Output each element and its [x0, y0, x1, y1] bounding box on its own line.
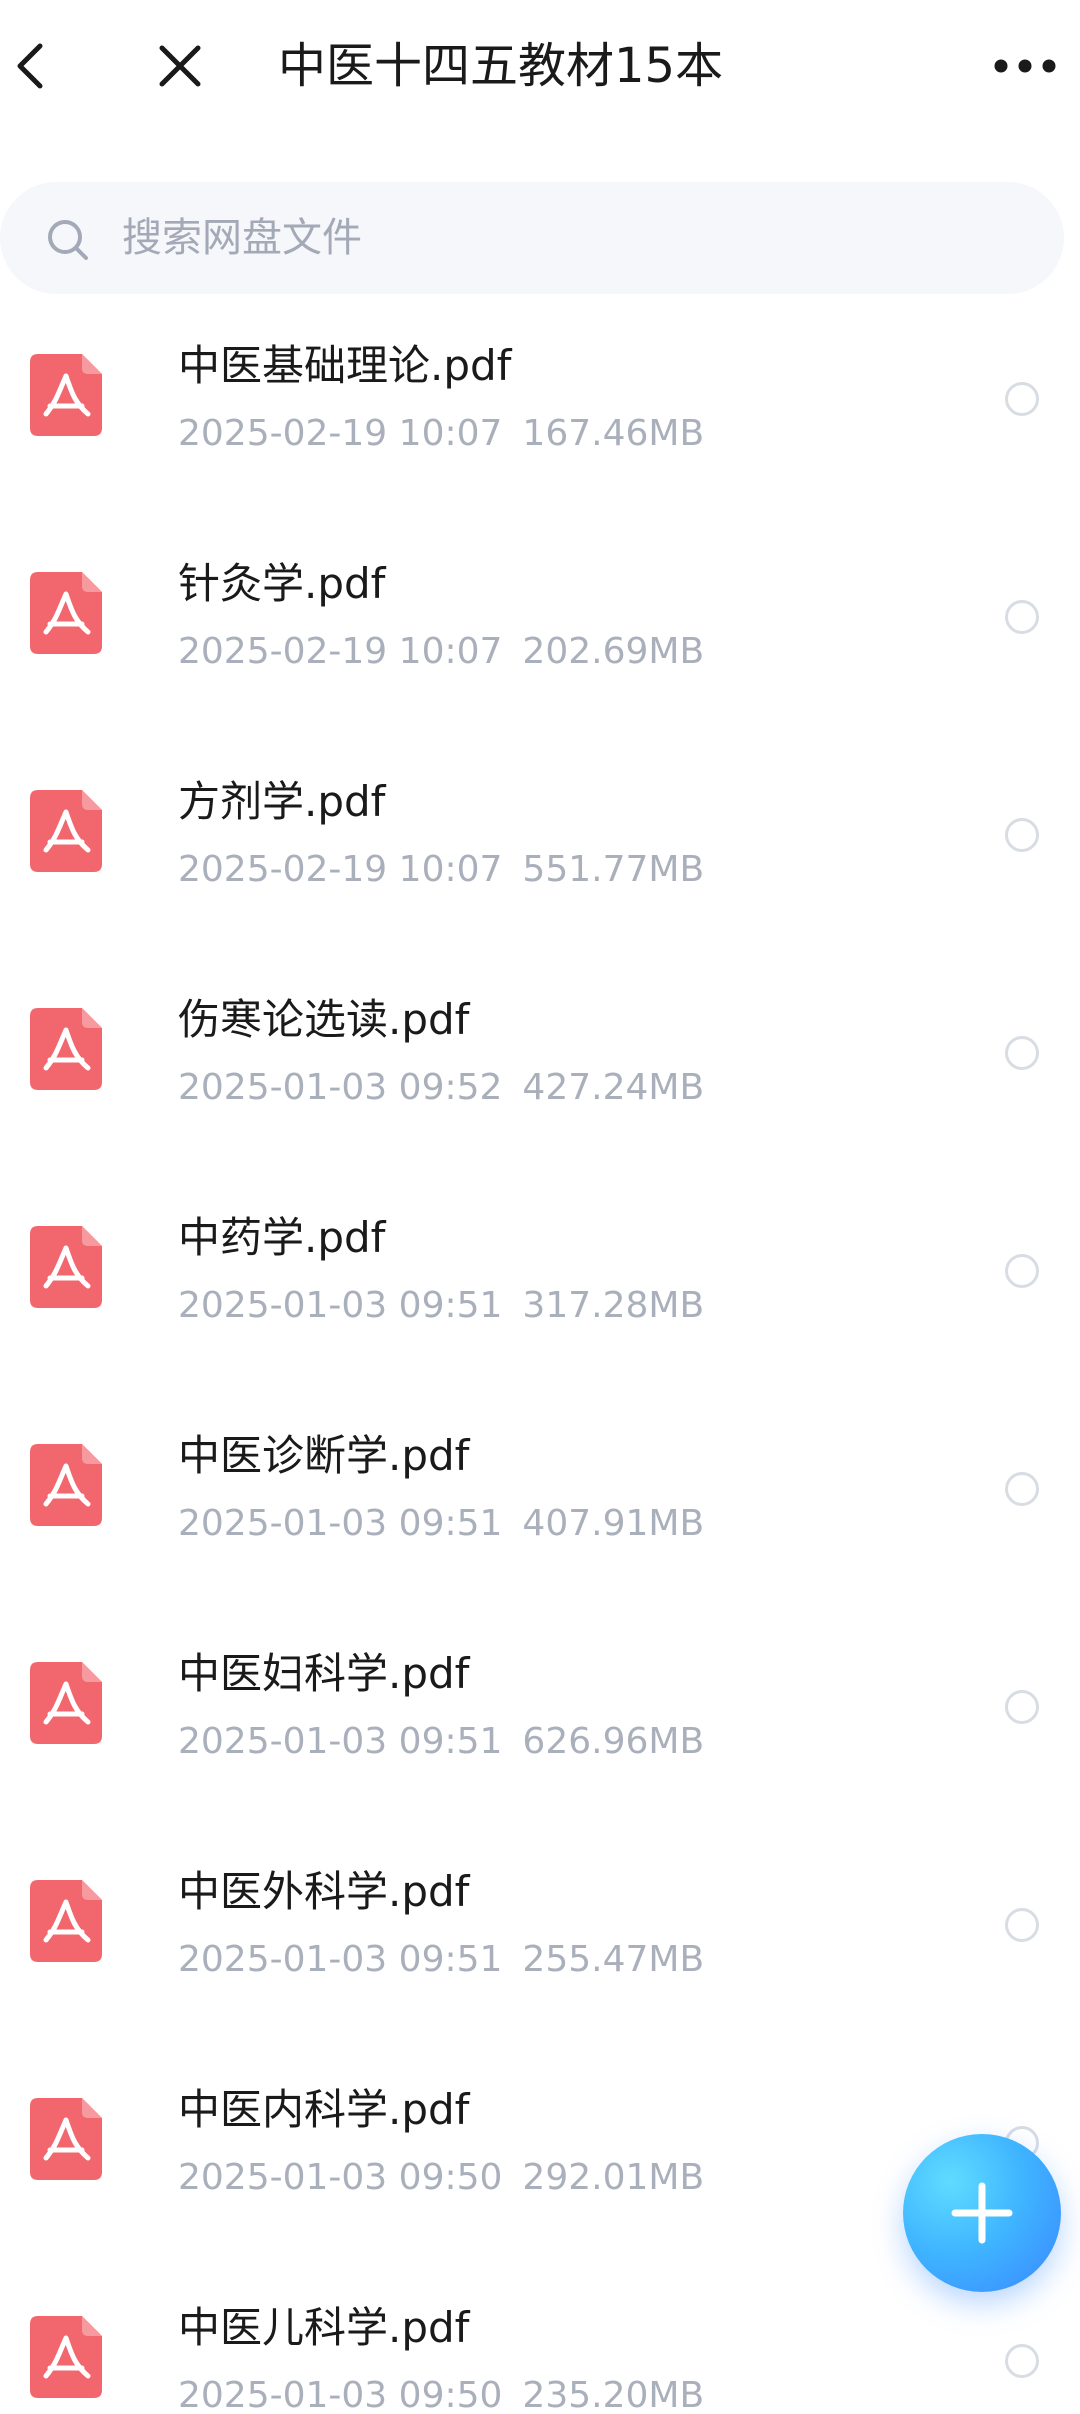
file-row[interactable]: 方剂学.pdf 2025-02-19 10:07 551.77MB: [0, 750, 1080, 968]
file-name: 针灸学.pdf: [178, 559, 386, 608]
file-size: 317.28MB: [522, 1285, 705, 1326]
file-time: 09:51: [398, 1721, 503, 1762]
search-input[interactable]: [122, 202, 1002, 274]
select-radio[interactable]: [1005, 600, 1039, 634]
file-name: 中医基础理论.pdf: [178, 341, 512, 390]
pdf-file-icon: [30, 1444, 102, 1526]
file-row[interactable]: 中医妇科学.pdf 2025-01-03 09:51 626.96MB: [0, 1622, 1080, 1840]
pdf-file-icon: [30, 572, 102, 654]
file-size: 167.46MB: [522, 413, 705, 454]
file-date: 2025-02-19: [178, 849, 388, 890]
file-list: 中医基础理论.pdf 2025-02-19 10:07 167.46MB 针灸学.pd…: [0, 314, 1080, 2414]
file-browser-screen: 中医十四五教材15本 中医基础理论.pdf 2025-02-19 10:07 167…: [0, 0, 1080, 2414]
file-meta: 2025-01-03 09:51 317.28MB: [178, 1278, 704, 1334]
file-size: 292.01MB: [522, 2157, 705, 2198]
file-date: 2025-01-03: [178, 2375, 388, 2414]
select-radio[interactable]: [1005, 1472, 1039, 1506]
file-meta: 2025-02-19 10:07 202.69MB: [178, 624, 704, 680]
more-horizontal-icon: [994, 59, 1056, 73]
file-size: 202.69MB: [522, 631, 705, 672]
file-date: 2025-01-03: [178, 1285, 388, 1326]
file-size: 235.20MB: [522, 2375, 705, 2414]
close-icon: [159, 45, 201, 87]
file-time: 10:07: [398, 631, 503, 672]
file-time: 09:50: [398, 2375, 503, 2414]
search-bar[interactable]: [0, 182, 1064, 294]
file-name: 中医诊断学.pdf: [178, 1431, 470, 1480]
file-date: 2025-01-03: [178, 1939, 388, 1980]
file-name: 中医内科学.pdf: [178, 2085, 470, 2134]
file-name: 中医儿科学.pdf: [178, 2303, 470, 2352]
file-meta: 2025-01-03 09:50 235.20MB: [178, 2368, 704, 2414]
file-date: 2025-02-19: [178, 413, 388, 454]
select-radio[interactable]: [1005, 1036, 1039, 1070]
file-date: 2025-01-03: [178, 2157, 388, 2198]
close-button[interactable]: [140, 24, 220, 108]
pdf-file-icon: [30, 1226, 102, 1308]
file-size: 626.96MB: [522, 1721, 705, 1762]
file-date: 2025-01-03: [178, 1503, 388, 1544]
file-time: 09:51: [398, 1939, 503, 1980]
pdf-file-icon: [30, 2316, 102, 2398]
file-row[interactable]: 中医外科学.pdf 2025-01-03 09:51 255.47MB: [0, 1840, 1080, 2058]
plus-icon: [951, 2182, 1013, 2244]
top-bar: 中医十四五教材15本: [0, 0, 1080, 140]
select-radio[interactable]: [1005, 2344, 1039, 2378]
pdf-file-icon: [30, 354, 102, 436]
file-time: 09:51: [398, 1285, 503, 1326]
select-radio[interactable]: [1005, 1908, 1039, 1942]
file-meta: 2025-01-03 09:50 292.01MB: [178, 2150, 704, 2206]
pdf-file-icon: [30, 1008, 102, 1090]
search-icon: [48, 220, 88, 260]
file-time: 09:51: [398, 1503, 503, 1544]
file-time: 09:50: [398, 2157, 503, 2198]
pdf-file-icon: [30, 1662, 102, 1744]
select-radio[interactable]: [1005, 1690, 1039, 1724]
file-meta: 2025-02-19 10:07 551.77MB: [178, 842, 704, 898]
chevron-left-icon: [17, 43, 43, 89]
file-meta: 2025-01-03 09:51 255.47MB: [178, 1932, 704, 1988]
file-size: 551.77MB: [522, 849, 705, 890]
file-time: 10:07: [398, 849, 503, 890]
file-date: 2025-02-19: [178, 631, 388, 672]
file-meta: 2025-01-03 09:52 427.24MB: [178, 1060, 704, 1116]
file-meta: 2025-01-03 09:51 407.91MB: [178, 1496, 704, 1552]
file-time: 10:07: [398, 413, 503, 454]
select-radio[interactable]: [1005, 382, 1039, 416]
file-row[interactable]: 中医基础理论.pdf 2025-02-19 10:07 167.46MB: [0, 314, 1080, 532]
file-meta: 2025-02-19 10:07 167.46MB: [178, 406, 704, 462]
page-title: 中医十四五教材15本: [278, 38, 724, 94]
file-meta: 2025-01-03 09:51 626.96MB: [178, 1714, 704, 1770]
select-radio[interactable]: [1005, 1254, 1039, 1288]
pdf-file-icon: [30, 790, 102, 872]
file-date: 2025-01-03: [178, 1721, 388, 1762]
more-button[interactable]: [980, 24, 1070, 108]
file-name: 中医外科学.pdf: [178, 1867, 470, 1916]
select-radio[interactable]: [1005, 818, 1039, 852]
file-name: 中药学.pdf: [178, 1213, 386, 1262]
file-size: 427.24MB: [522, 1067, 705, 1108]
file-row[interactable]: 针灸学.pdf 2025-02-19 10:07 202.69MB: [0, 532, 1080, 750]
file-name: 中医妇科学.pdf: [178, 1649, 470, 1698]
file-size: 255.47MB: [522, 1939, 705, 1980]
file-size: 407.91MB: [522, 1503, 705, 1544]
file-time: 09:52: [398, 1067, 503, 1108]
file-row[interactable]: 中药学.pdf 2025-01-03 09:51 317.28MB: [0, 1186, 1080, 1404]
back-button[interactable]: [0, 24, 60, 108]
file-name: 伤寒论选读.pdf: [178, 995, 470, 1044]
pdf-file-icon: [30, 1880, 102, 1962]
add-button[interactable]: [903, 2134, 1061, 2292]
file-date: 2025-01-03: [178, 1067, 388, 1108]
file-name: 方剂学.pdf: [178, 777, 386, 826]
file-row[interactable]: 中医诊断学.pdf 2025-01-03 09:51 407.91MB: [0, 1404, 1080, 1622]
file-row[interactable]: 伤寒论选读.pdf 2025-01-03 09:52 427.24MB: [0, 968, 1080, 1186]
pdf-file-icon: [30, 2098, 102, 2180]
file-row[interactable]: 中医儿科学.pdf 2025-01-03 09:50 235.20MB: [0, 2276, 1080, 2414]
